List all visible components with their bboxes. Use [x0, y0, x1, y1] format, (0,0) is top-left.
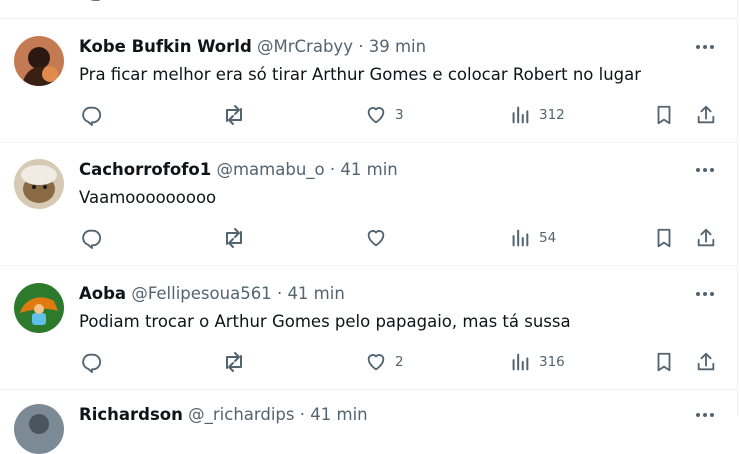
reply-icon: [82, 106, 102, 126]
display-name[interactable]: Cachorrofofo1: [79, 160, 211, 179]
heart-icon: [367, 354, 385, 371]
avatar[interactable]: [14, 36, 64, 86]
timestamp[interactable]: 41 min: [340, 160, 397, 179]
views-icon: [512, 353, 529, 371]
like-button[interactable]: 3: [365, 104, 404, 126]
share-button[interactable]: [695, 104, 717, 126]
repost-button[interactable]: [222, 351, 246, 373]
views-button[interactable]: 312: [509, 104, 565, 126]
bookmark-icon: [657, 105, 671, 125]
separator: ·: [329, 160, 336, 179]
repost-icon: [226, 228, 242, 248]
more-icon[interactable]: [693, 283, 717, 305]
separator: ·: [276, 284, 283, 303]
like-button[interactable]: [365, 227, 395, 249]
more-icon[interactable]: [693, 404, 717, 426]
post-text: Podiam trocar o Arthur Gomes pelo papaga…: [79, 312, 571, 331]
post-text: Vaamooooooooo: [79, 188, 217, 207]
display-name[interactable]: Richardson: [79, 405, 183, 424]
user-handle[interactable]: @Fellipesoua561: [131, 284, 271, 303]
repost-icon: [226, 105, 242, 125]
bookmark-button[interactable]: [653, 104, 675, 126]
post-divider: [0, 389, 737, 390]
repost-button[interactable]: [222, 227, 246, 249]
like-count: 3: [395, 107, 404, 123]
more-icon[interactable]: [693, 36, 717, 58]
views-icon: [512, 106, 529, 124]
share-icon-partial[interactable]: [696, 0, 718, 8]
timestamp[interactable]: 41 min: [310, 405, 367, 424]
heart-icon: [367, 107, 385, 124]
views-button[interactable]: 316: [509, 351, 565, 373]
post-header: Cachorrofofo1 @mamabu_o · 41 min: [79, 159, 398, 181]
share-icon: [697, 228, 715, 247]
avatar[interactable]: [14, 283, 64, 333]
post-divider: [0, 265, 737, 266]
user-handle[interactable]: @MrCrabyy: [257, 37, 353, 56]
views-icon: [512, 229, 529, 247]
like-count: 2: [395, 354, 404, 370]
avatar[interactable]: [14, 404, 64, 454]
bookmark-button[interactable]: [653, 351, 675, 373]
reply-button[interactable]: [80, 227, 102, 249]
post[interactable]: Aoba @Fellipesoua561 · 41 min Podiam tro…: [0, 283, 737, 383]
reply-button[interactable]: [80, 351, 102, 373]
timestamp[interactable]: 39 min: [369, 37, 426, 56]
display-name[interactable]: Aoba: [79, 284, 126, 303]
post-partial[interactable]: Richardson @_richardips · 41 min: [0, 404, 737, 454]
share-icon: [697, 105, 715, 124]
view-count: 316: [539, 354, 565, 370]
bookmark-icon: [657, 228, 671, 248]
post-header: Kobe Bufkin World @MrCrabyy · 39 min: [79, 36, 426, 58]
post-text: Pra ficar melhor era só tirar Arthur Gom…: [79, 65, 642, 84]
separator: ·: [358, 37, 364, 56]
view-count: 54: [539, 230, 557, 246]
timestamp[interactable]: 41 min: [287, 284, 344, 303]
user-handle[interactable]: @mamabu_o: [216, 160, 324, 179]
post-divider: [0, 142, 737, 143]
bookmark-icon: [657, 352, 671, 372]
separator: ·: [299, 405, 306, 424]
share-button[interactable]: [695, 227, 717, 249]
share-button[interactable]: [695, 351, 717, 373]
like-button[interactable]: 2: [365, 351, 404, 373]
post-header: Aoba @Fellipesoua561 · 41 min: [79, 283, 345, 305]
reply-icon-partial[interactable]: [84, 0, 106, 8]
post[interactable]: Cachorrofofo1 @mamabu_o · 41 min Vaamooo…: [0, 159, 737, 259]
view-count: 312: [539, 107, 565, 123]
reply-icon: [82, 353, 102, 373]
post-divider: [0, 18, 737, 19]
more-icon[interactable]: [693, 159, 717, 181]
post[interactable]: Kobe Bufkin World @MrCrabyy · 39 min Pra…: [0, 36, 737, 136]
repost-icon: [226, 352, 242, 372]
repost-button[interactable]: [222, 104, 246, 126]
heart-icon: [367, 230, 385, 247]
user-handle[interactable]: @_richardips: [188, 405, 294, 424]
avatar[interactable]: [14, 159, 64, 209]
share-icon: [697, 352, 715, 371]
views-button[interactable]: 54: [509, 227, 556, 249]
display-name[interactable]: Kobe Bufkin World: [79, 37, 252, 56]
post-header: Richardson @_richardips · 41 min: [79, 404, 368, 426]
reply-icon: [82, 229, 102, 249]
reply-button[interactable]: [80, 104, 102, 126]
bookmark-button[interactable]: [653, 227, 675, 249]
bookmark-icon-partial[interactable]: [655, 0, 677, 8]
timeline-right-border: [737, 0, 738, 416]
